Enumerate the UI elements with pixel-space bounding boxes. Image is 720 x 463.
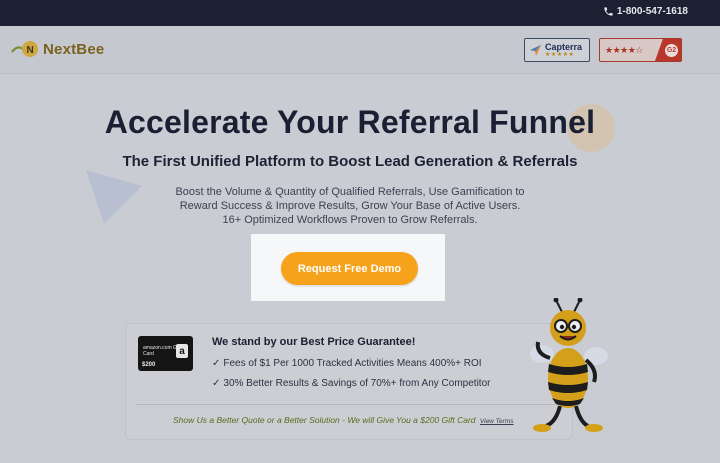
page-subtitle: The First Unified Platform to Boost Lead… bbox=[122, 153, 578, 170]
capterra-name: Capterra bbox=[545, 41, 583, 52]
checkmark-icon: ✓ bbox=[212, 358, 221, 369]
capterra-badge[interactable]: Capterra ★★★★★ bbox=[524, 38, 590, 62]
top-bar: 1-800-547-1618 bbox=[0, 0, 720, 26]
guarantee-item: ✓ 30% Better Results & Savings of 70%+ f… bbox=[212, 378, 490, 389]
g2-badge[interactable]: ★★★★☆ G2 bbox=[599, 38, 682, 62]
guarantee-item-text: Fees of $1 Per 1000 Tracked Activities M… bbox=[223, 358, 482, 369]
page-title: Accelerate Your Referral Funnel bbox=[104, 104, 596, 140]
g2-logo-text: G2 bbox=[665, 43, 678, 57]
checkmark-icon: ✓ bbox=[212, 378, 221, 389]
request-demo-button[interactable]: Request Free Demo bbox=[281, 252, 418, 285]
phone-icon bbox=[604, 7, 613, 16]
guarantee-item: ✓ Fees of $1 Per 1000 Tracked Activities… bbox=[212, 358, 482, 369]
gift-card-value: $200 bbox=[142, 362, 156, 368]
amazon-a-icon: a bbox=[176, 344, 188, 358]
g2-logo-icon: G2 bbox=[655, 39, 681, 61]
divider bbox=[136, 404, 562, 405]
hero-description: Boost the Volume & Quantity of Qualified… bbox=[175, 186, 525, 226]
svg-text:N: N bbox=[27, 45, 34, 56]
guarantee-footer-text: Show Us a Better Quote or a Better Solut… bbox=[173, 415, 476, 425]
nextbee-logo-icon: N bbox=[10, 38, 40, 60]
g2-stars: ★★★★☆ bbox=[605, 44, 643, 55]
capterra-arrow-icon bbox=[530, 44, 541, 56]
capterra-stars: ★★★★★ bbox=[545, 51, 575, 58]
view-terms-link[interactable]: View Terms bbox=[480, 418, 514, 425]
guarantee-title: We stand by our Best Price Guarantee! bbox=[212, 336, 416, 348]
price-guarantee-card: amazon.com Gift Card a $200 We stand by … bbox=[125, 323, 573, 440]
brand-name: NextBee bbox=[43, 40, 105, 58]
brand-logo[interactable]: N NextBee bbox=[10, 38, 104, 60]
bee-mascot-illustration bbox=[530, 298, 608, 432]
phone-link[interactable]: 1-800-547-1618 bbox=[603, 6, 688, 17]
amazon-gift-card-image: amazon.com Gift Card a $200 bbox=[138, 336, 193, 371]
decorative-triangle bbox=[86, 170, 142, 224]
guarantee-footer: Show Us a Better Quote or a Better Solut… bbox=[173, 415, 514, 425]
guarantee-item-text: 30% Better Results & Savings of 70%+ fro… bbox=[223, 378, 491, 389]
phone-number: 1-800-547-1618 bbox=[616, 6, 688, 17]
